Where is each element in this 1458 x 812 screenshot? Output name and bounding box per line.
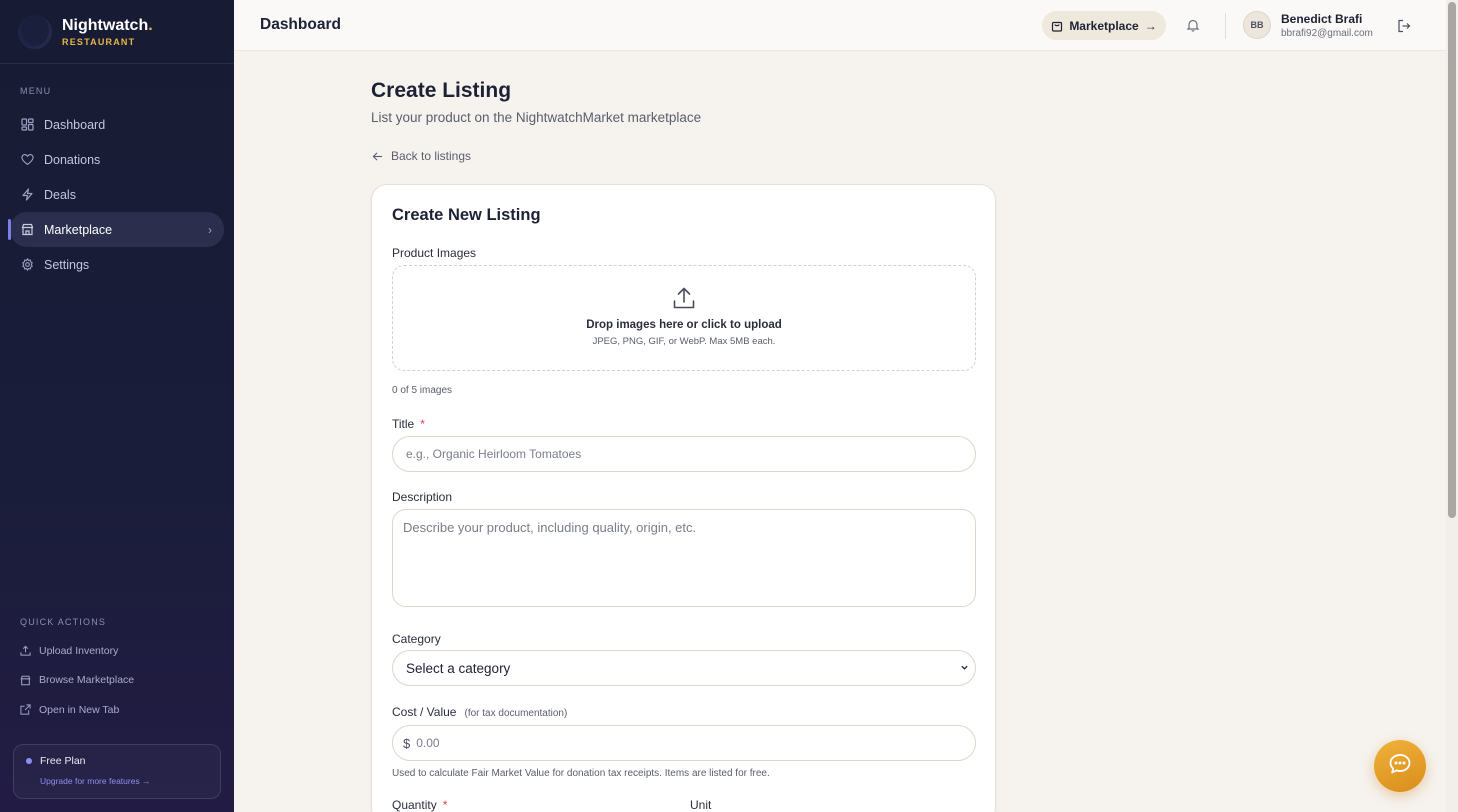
chevron-down-icon <box>960 663 969 672</box>
upload-icon <box>20 645 31 656</box>
external-link-icon <box>20 704 31 715</box>
unit-label: Unit <box>690 798 712 812</box>
sidebar-item-label: Dashboard <box>44 117 106 132</box>
required-mark: * <box>420 417 425 431</box>
brand[interactable]: Nightwatch. RESTAURANT <box>0 0 234 64</box>
brand-logo <box>18 14 52 49</box>
title-input[interactable]: e.g., Organic Heirloom Tomatoes <box>392 436 976 472</box>
store-icon <box>20 675 31 686</box>
quick-action-label: Upload Inventory <box>39 644 119 657</box>
plan-title: Free Plan <box>26 755 208 767</box>
arrow-left-icon <box>372 151 383 162</box>
quick-action-upload-inventory[interactable]: Upload Inventory <box>0 636 234 666</box>
menu-section-label: MENU <box>20 86 52 96</box>
gear-icon <box>20 258 34 272</box>
bell-icon[interactable] <box>1186 18 1200 37</box>
marketplace-button[interactable]: Marketplace → <box>1042 11 1166 40</box>
category-label: Category <box>392 632 441 646</box>
heart-icon <box>20 153 34 167</box>
plan-status-dot <box>26 758 32 764</box>
category-select[interactable]: Select a category <box>392 650 976 686</box>
quick-action-open-new-tab[interactable]: Open in New Tab <box>0 695 234 725</box>
upgrade-link[interactable]: Upgrade for more features → <box>40 776 208 786</box>
dropzone-text: Drop images here or click to upload <box>586 319 782 331</box>
image-count: 0 of 5 images <box>392 385 453 396</box>
sidebar-item-settings[interactable]: Settings <box>10 247 224 282</box>
brand-subtitle: RESTAURANT <box>62 36 136 47</box>
sidebar: Nightwatch. RESTAURANT MENU Dashboard Do… <box>0 0 234 812</box>
arrow-right-icon: → <box>1144 18 1157 33</box>
upload-icon <box>672 286 696 310</box>
currency-symbol: $ <box>403 735 411 751</box>
quick-action-label: Open in New Tab <box>39 703 120 716</box>
back-to-listings-link[interactable]: Back to listings <box>372 149 471 163</box>
sidebar-item-label: Settings <box>44 257 90 272</box>
shopping-bag-icon <box>1051 20 1063 32</box>
dropzone-formats: JPEG, PNG, GIF, or WebP. Max 5MB each. <box>592 336 776 347</box>
header-title: Dashboard <box>260 16 341 33</box>
chat-button[interactable] <box>1374 740 1426 792</box>
brand-name: Nightwatch. <box>62 16 153 34</box>
form-title: Create New Listing <box>392 206 541 224</box>
description-label: Description <box>392 490 453 504</box>
description-textarea[interactable]: Describe your product, including quality… <box>392 509 976 607</box>
cost-hint: Used to calculate Fair Market Value for … <box>392 768 770 779</box>
quick-actions-label: QUICK ACTIONS <box>20 617 107 627</box>
top-bar: Dashboard Marketplace → BB Benedict Braf… <box>234 0 1446 51</box>
sidebar-item-label: Marketplace <box>44 222 113 237</box>
sidebar-item-label: Donations <box>44 152 101 167</box>
page-subtitle: List your product on the NightwatchMarke… <box>371 110 702 125</box>
sidebar-nav: Dashboard Donations Deals Marketplace › <box>0 107 234 282</box>
avatar[interactable]: BB <box>1243 11 1271 39</box>
chat-bubble-icon <box>1387 751 1413 782</box>
image-dropzone[interactable]: Drop images here or click to upload JPEG… <box>392 265 976 371</box>
grid-icon <box>20 118 34 132</box>
cost-note: (for tax documentation) <box>464 708 568 719</box>
lightning-icon <box>20 188 34 202</box>
header-divider <box>1225 13 1226 39</box>
product-images-label: Product Images <box>392 246 477 260</box>
quick-action-browse-marketplace[interactable]: Browse Marketplace <box>0 666 234 696</box>
user-name: Benedict Brafi <box>1281 12 1363 26</box>
sidebar-item-marketplace[interactable]: Marketplace › <box>8 212 224 247</box>
logout-icon[interactable] <box>1397 19 1411 38</box>
user-email: bbrafi92@gmail.com <box>1281 28 1373 39</box>
cost-input[interactable]: $ 0.00 <box>392 725 976 761</box>
sidebar-item-label: Deals <box>44 187 76 202</box>
sidebar-item-dashboard[interactable]: Dashboard <box>10 107 224 142</box>
create-listing-form: Create New Listing Product Images Drop i… <box>371 184 996 812</box>
cost-label: Cost / Value (for tax documentation) <box>392 705 568 719</box>
plan-card: Free Plan Upgrade for more features → <box>13 744 221 799</box>
sidebar-item-deals[interactable]: Deals <box>10 177 224 212</box>
page-scrollbar[interactable] <box>1446 0 1458 812</box>
store-icon <box>20 223 34 237</box>
chevron-right-icon: › <box>208 222 212 237</box>
quantity-label: Quantity * <box>392 798 448 812</box>
page-title: Create Listing <box>371 79 512 102</box>
required-mark: * <box>442 798 448 812</box>
quick-action-label: Browse Marketplace <box>39 674 135 687</box>
sidebar-item-donations[interactable]: Donations <box>10 142 224 177</box>
quick-actions: Upload Inventory Browse Marketplace Open… <box>0 636 234 725</box>
scrollbar-thumb[interactable] <box>1448 2 1456 518</box>
title-label: Title * <box>392 417 425 431</box>
